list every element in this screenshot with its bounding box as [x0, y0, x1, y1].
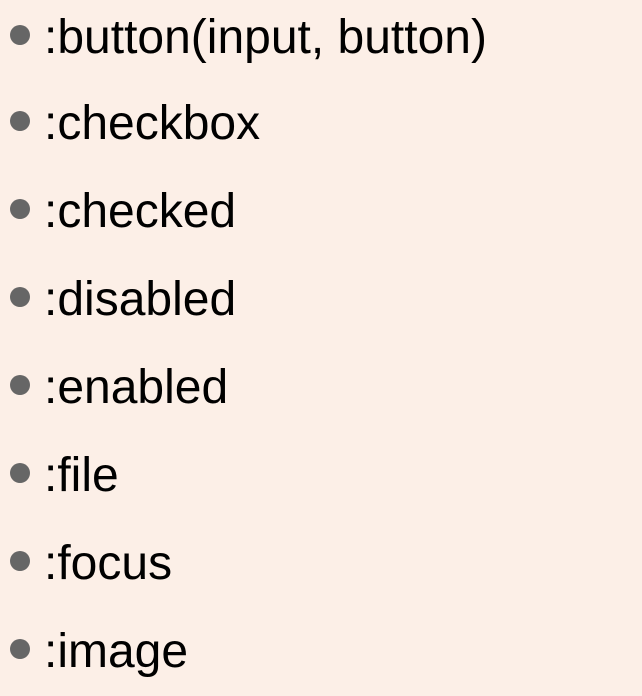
bullet-icon	[10, 639, 30, 660]
list-item: :checked	[10, 166, 642, 254]
list-item: :checkbox	[10, 78, 642, 166]
selector-list: :button(input, button) :checkbox :checke…	[10, 0, 642, 694]
bullet-icon	[10, 111, 30, 132]
bullet-icon	[10, 463, 30, 484]
bullet-icon	[10, 199, 30, 220]
list-item: :button(input, button)	[10, 0, 642, 78]
bullet-icon	[10, 25, 30, 46]
list-item: :file	[10, 430, 642, 518]
list-item-label: :disabled	[44, 273, 237, 327]
bullet-icon	[10, 375, 30, 396]
list-item-label: :file	[44, 449, 119, 503]
list-item: :enabled	[10, 342, 642, 430]
list-item: :disabled	[10, 254, 642, 342]
slide: :button(input, button) :checkbox :checke…	[0, 0, 642, 684]
list-item-label: :enabled	[44, 361, 229, 415]
list-item: :image	[10, 606, 642, 694]
bullet-icon	[10, 287, 30, 308]
list-item: :focus	[10, 518, 642, 606]
list-item-label: :button(input, button)	[44, 11, 487, 65]
list-item-label: :focus	[44, 537, 173, 591]
bullet-icon	[10, 551, 30, 572]
list-item-label: :checked	[44, 185, 237, 239]
list-item-label: :checkbox	[44, 97, 261, 151]
list-item-label: :image	[44, 625, 189, 679]
